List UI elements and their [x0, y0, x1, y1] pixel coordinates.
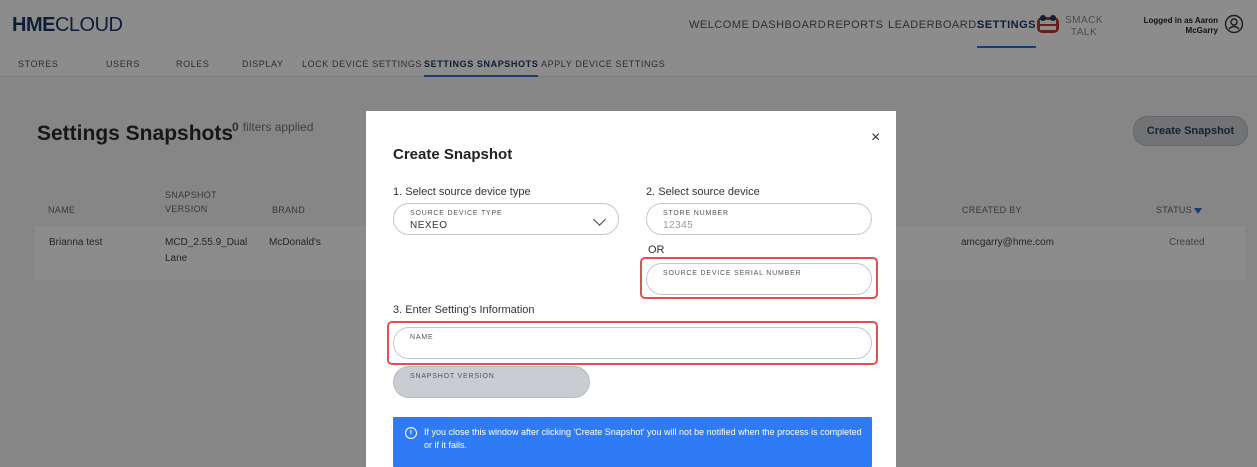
store-number-placeholder: 12345	[663, 220, 694, 231]
store-number-field[interactable]: STORE NUMBER 12345	[646, 203, 872, 235]
create-snapshot-modal: Create Snapshot × 1. Select source devic…	[366, 111, 896, 467]
step-2-label: 2. Select source device	[646, 186, 760, 198]
source-device-type-label: SOURCE DEVICE TYPE	[410, 210, 503, 217]
step-3-label: 3. Enter Setting's Information	[393, 304, 535, 316]
step-1-label: 1. Select source device type	[393, 186, 531, 198]
source-device-serial-number-field[interactable]: SOURCE DEVICE SERIAL NUMBER	[646, 263, 872, 295]
name-label: NAME	[410, 334, 434, 341]
modal-title: Create Snapshot	[393, 146, 513, 163]
info-text: If you close this window after clicking …	[424, 427, 862, 450]
chevron-down-icon	[593, 213, 606, 226]
close-icon[interactable]: ×	[871, 129, 880, 147]
snapshot-version-field: SNAPSHOT VERSION	[393, 366, 590, 398]
or-separator: OR	[648, 244, 665, 256]
source-device-type-value: NEXEO	[410, 220, 448, 231]
info-banner: i If you close this window after clickin…	[393, 417, 872, 467]
serial-number-label: SOURCE DEVICE SERIAL NUMBER	[663, 270, 802, 277]
source-device-type-select[interactable]: SOURCE DEVICE TYPE NEXEO	[393, 203, 619, 235]
info-icon: i	[405, 427, 417, 439]
snapshot-name-field[interactable]: NAME	[393, 327, 872, 359]
snapshot-version-label: SNAPSHOT VERSION	[410, 373, 495, 380]
store-number-label: STORE NUMBER	[663, 210, 729, 217]
